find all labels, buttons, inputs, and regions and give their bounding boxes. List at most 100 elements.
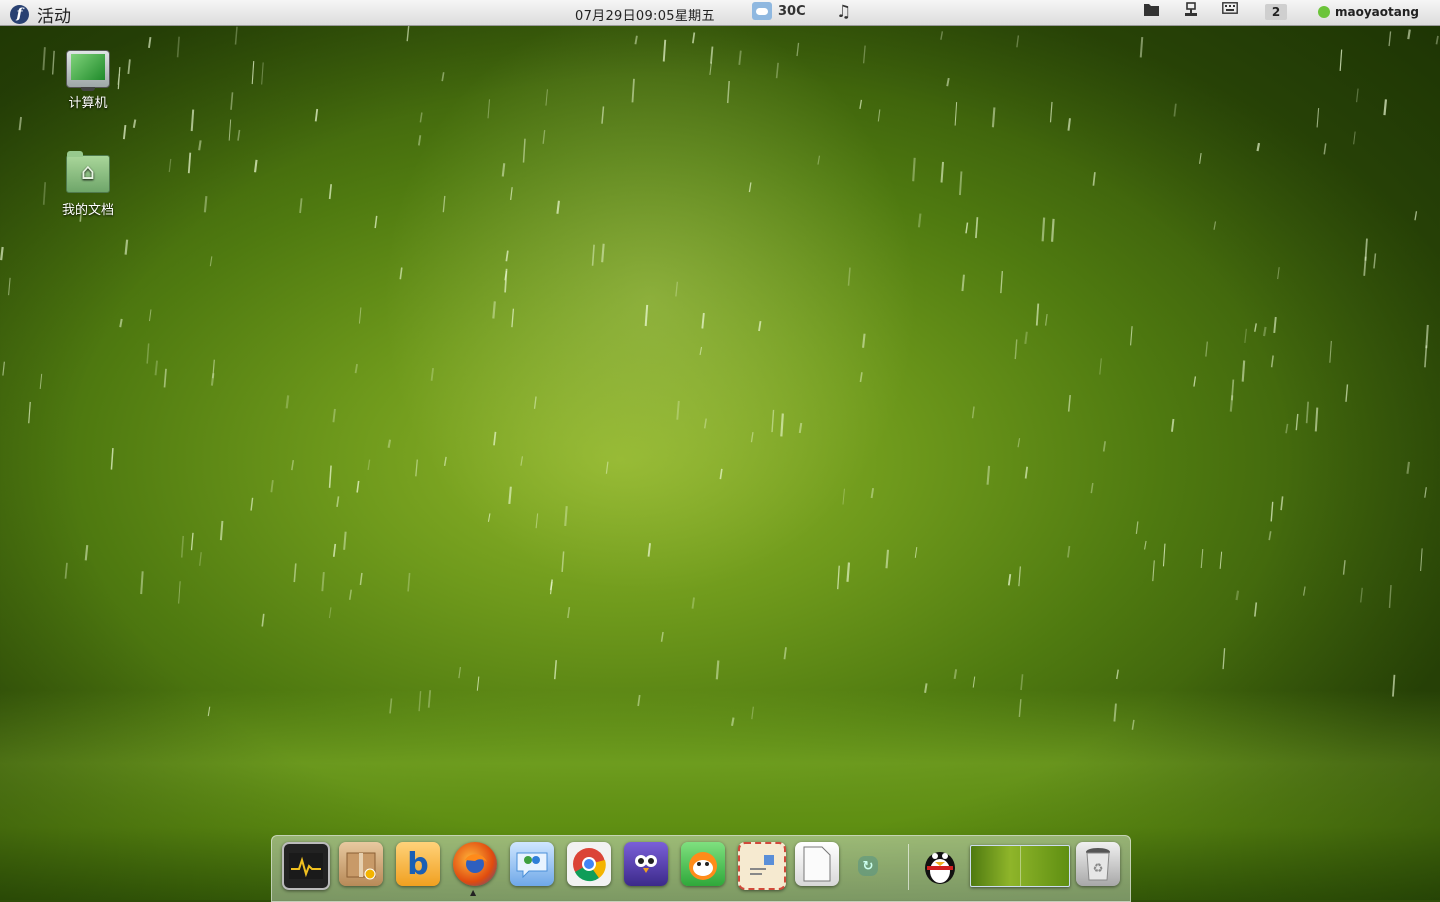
rain-drop [314, 108, 319, 122]
rain-drop [1102, 441, 1107, 452]
firefox-icon[interactable] [453, 842, 497, 886]
rain-drop [1314, 407, 1319, 432]
system-monitor-icon[interactable] [282, 842, 330, 890]
rain-drop [846, 562, 851, 582]
rain-drop [1131, 719, 1135, 730]
document-icon[interactable] [795, 842, 839, 886]
b-letter-icon[interactable]: b [396, 842, 440, 886]
clock[interactable]: 07月29日09:05星期五 [575, 5, 715, 24]
desktop-icon-label: 计算机 [68, 96, 108, 111]
rain-drop [1050, 218, 1055, 242]
rain-drop [1285, 423, 1289, 434]
bird-icon[interactable] [624, 842, 668, 886]
rain-drop [1067, 118, 1071, 131]
rain-drop [332, 543, 337, 557]
rain-drop [885, 549, 890, 569]
rain-drop [415, 459, 418, 477]
desktop-icon-computer[interactable]: 计算机 [48, 50, 128, 111]
rain-drop [1363, 256, 1367, 276]
rain-drop [796, 42, 800, 57]
rain-drop [18, 116, 22, 131]
rain-drop [387, 439, 392, 448]
rain-drop [914, 546, 918, 558]
mail-stamp-icon[interactable] [738, 842, 786, 890]
refresh-icon[interactable]: ↻ [858, 856, 878, 876]
rain-drop [458, 666, 461, 679]
rain-drop [647, 543, 651, 557]
rain-drop [726, 80, 730, 104]
rain-drop [1205, 341, 1208, 357]
rain-drop [751, 706, 754, 720]
activities-button[interactable]: f 活动 [10, 2, 71, 27]
rain-drop [1020, 674, 1024, 691]
rain-drop [1049, 101, 1053, 123]
rain-drop [817, 155, 821, 165]
rain-drop [1270, 355, 1274, 368]
rain-drop [42, 182, 47, 205]
user-menu[interactable]: maoyaotang [1318, 5, 1419, 19]
rain-drop [556, 200, 560, 214]
chrome-icon[interactable] [567, 842, 611, 886]
rain-drop [328, 184, 333, 200]
computer-icon [66, 50, 110, 91]
messenger-icon[interactable] [510, 842, 554, 886]
rain-drop [42, 47, 46, 71]
rain-drop [148, 309, 152, 322]
workspace-indicator[interactable]: 2 [1265, 4, 1287, 20]
rain-drop [1135, 521, 1139, 534]
rain-drop [954, 102, 958, 126]
rain-drop [699, 346, 703, 356]
rain-drop [261, 613, 265, 627]
rain-drop [1222, 648, 1226, 670]
rain-drop [328, 607, 332, 619]
workspace-thumbnail-icon[interactable] [970, 845, 1070, 887]
rain-drop [407, 572, 411, 592]
dock: b ▲ ↻ ♻ [271, 835, 1131, 902]
rain-drop [2, 361, 5, 376]
rain-drop [1162, 543, 1166, 567]
rain-drop [1099, 358, 1102, 375]
rain-drop [644, 304, 649, 327]
rain-drop [374, 215, 378, 229]
rain-drop [946, 77, 950, 87]
keyboard-icon[interactable] [1222, 2, 1238, 18]
network-icon[interactable] [1184, 2, 1198, 22]
rain-drop [676, 400, 680, 420]
rain-drop [132, 119, 137, 128]
rain-drop [1270, 501, 1274, 522]
rain-drop [1007, 574, 1012, 586]
rain-drop [207, 706, 211, 717]
rain-drop [430, 367, 434, 381]
rain-drop [504, 268, 508, 293]
qq-penguin-icon[interactable] [918, 842, 962, 886]
desktop-icon-documents[interactable]: 我的文档 [48, 151, 128, 218]
rain-drop [965, 222, 969, 234]
package-icon[interactable] [339, 842, 383, 886]
pps-icon[interactable] [681, 842, 725, 886]
weather-indicator[interactable]: 30C [752, 2, 806, 20]
rain-drop [84, 544, 89, 561]
rain-drop [542, 130, 546, 144]
rain-drop [261, 62, 264, 85]
rain-drop [1256, 142, 1261, 152]
rain-drop [591, 244, 595, 266]
rain-drop [219, 520, 224, 541]
rain-drop [553, 660, 557, 680]
rain-drop [1424, 345, 1428, 368]
rain-drop [508, 486, 512, 504]
music-note-icon[interactable]: ♫ [836, 2, 851, 22]
rain-drop [336, 496, 340, 508]
rain-drop [180, 535, 185, 558]
rain-drop [522, 138, 526, 163]
rain-drop [1144, 540, 1147, 550]
rain-drop [1090, 482, 1094, 494]
rain-drop [1116, 669, 1119, 680]
trash-icon[interactable]: ♻ [1076, 842, 1120, 886]
folder-icon[interactable] [1144, 2, 1159, 20]
rain-drop [567, 607, 571, 619]
rain-drop [709, 62, 712, 75]
dock-separator [908, 844, 909, 890]
weather-temperature: 30C [778, 3, 806, 19]
rain-drop [1254, 323, 1257, 332]
rain-drop [1388, 31, 1392, 47]
